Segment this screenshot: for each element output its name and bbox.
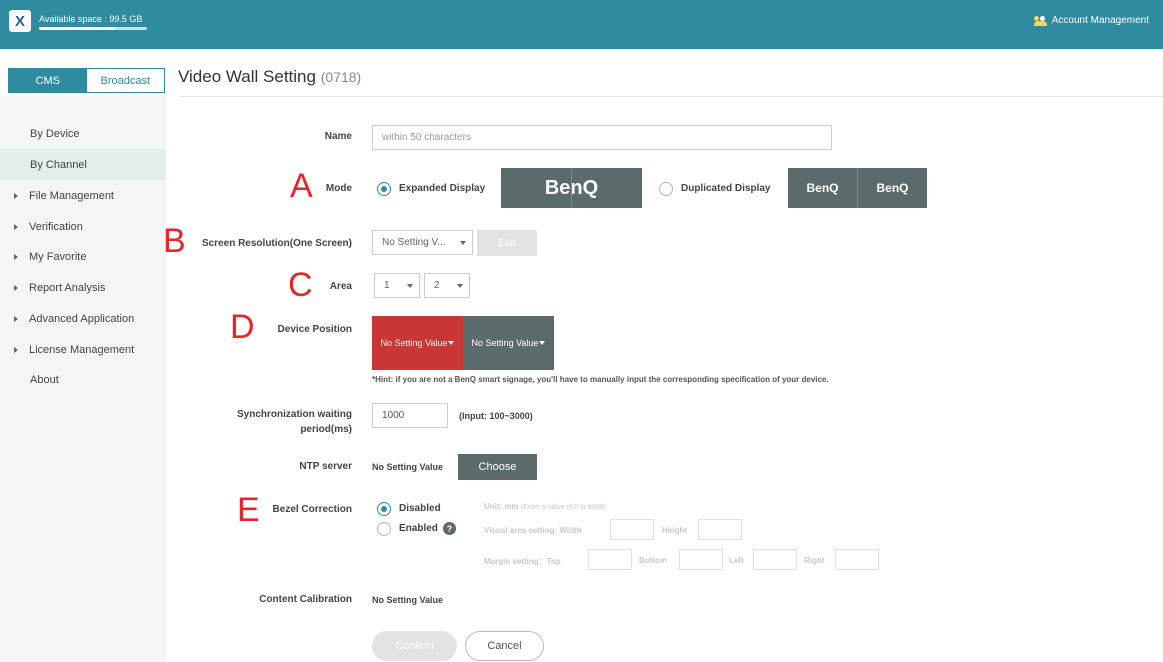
storage-bar xyxy=(39,27,147,30)
sidebar-item-verification[interactable]: Verification xyxy=(0,211,166,242)
hint-text: *Hint: if you are not a BenQ smart signa… xyxy=(372,375,829,384)
bezel-disabled-label: Disabled xyxy=(399,503,441,514)
mode-label: Mode xyxy=(325,183,352,194)
bezel-label: Bezel Correction xyxy=(272,504,352,515)
resolution-select[interactable]: No Setting V... xyxy=(372,230,473,255)
available-space-label: Available space : 99.5 GB xyxy=(39,14,143,24)
benq-logo-right: BenQ xyxy=(876,181,909,195)
help-icon[interactable]: ? xyxy=(443,522,456,535)
margin-top-input[interactable] xyxy=(588,549,632,570)
margin-left-input[interactable] xyxy=(753,549,797,570)
app-logo: X xyxy=(9,10,31,32)
device-position-label: Device Position xyxy=(277,324,352,335)
margin-right-input[interactable] xyxy=(835,549,879,570)
sidebar-item-report-analysis[interactable]: Report Analysis xyxy=(0,272,166,303)
dropdown-arrow-icon xyxy=(457,284,463,288)
visual-area-label: Visual area setting: Width xyxy=(484,526,582,535)
mode-expanded-label: Expanded Display xyxy=(399,183,486,194)
sync-range-text: (Input: 100~3000) xyxy=(459,411,533,421)
height-input[interactable] xyxy=(698,519,742,540)
dropdown-arrow-icon xyxy=(448,341,455,345)
expanded-preview-divider xyxy=(571,168,572,208)
tab-cms[interactable]: CMS xyxy=(9,69,87,92)
tab-broadcast[interactable]: Broadcast xyxy=(86,69,164,92)
area-rows-select[interactable]: 1 xyxy=(374,273,420,298)
device-position-cell-1[interactable]: No Setting Value xyxy=(372,316,463,370)
account-management-button[interactable]: Account Management xyxy=(1033,15,1149,26)
users-icon xyxy=(1033,15,1048,26)
dropdown-arrow-icon xyxy=(539,341,546,345)
caret-right-icon xyxy=(14,284,18,291)
page-code: (0718) xyxy=(320,69,362,85)
mode-expanded-radio[interactable] xyxy=(377,182,391,196)
sync-input[interactable]: 1000 xyxy=(372,403,448,428)
edit-button[interactable]: Edit xyxy=(477,230,537,256)
ntp-label: NTP server xyxy=(299,461,352,472)
mode-duplicated-label: Duplicated Display xyxy=(681,183,771,194)
resolution-label: Screen Resolution(One Screen) xyxy=(201,238,352,249)
calibration-value: No Setting Value xyxy=(372,595,444,605)
device-position-cell-2[interactable]: No Setting Value xyxy=(463,316,554,370)
area-label: Area xyxy=(329,281,352,292)
sidebar-item-advanced-application[interactable]: Advanced Application xyxy=(0,303,166,334)
sidebar-item-about[interactable]: About xyxy=(0,364,166,395)
sync-label-line2: period(ms) xyxy=(300,424,352,435)
sidebar-item-by-device[interactable]: By Device xyxy=(0,118,166,149)
ntp-value: No Setting Value xyxy=(372,462,444,472)
dropdown-arrow-icon xyxy=(460,241,466,245)
bezel-enabled-radio[interactable] xyxy=(377,522,391,536)
page-title: Video Wall Setting (0718) xyxy=(178,67,362,86)
benq-logo-left: BenQ xyxy=(806,181,839,195)
unit-label: Unit: mm (Enter a value of 0 to 9999) xyxy=(484,502,606,511)
caret-right-icon xyxy=(14,223,18,230)
dropdown-arrow-icon xyxy=(407,284,413,288)
confirm-button[interactable]: Confirm xyxy=(372,631,457,661)
choose-button[interactable]: Choose xyxy=(458,454,537,480)
name-input[interactable]: within 50 characters xyxy=(372,125,832,150)
margin-setting-label: Margin setting：Top xyxy=(484,557,561,566)
storage-bar-fill xyxy=(39,27,115,30)
bezel-disabled-radio[interactable] xyxy=(377,502,391,516)
sidebar-item-by-channel[interactable]: By Channel xyxy=(0,149,166,180)
duplicated-display-preview: BenQ BenQ xyxy=(788,168,927,208)
right-label: Right xyxy=(804,556,825,565)
top-bar: X Available space : 99.5 GB Account Mana… xyxy=(0,0,1163,49)
calibration-label: Content Calibration xyxy=(259,594,352,605)
sidebar-item-my-favorite[interactable]: My Favorite xyxy=(0,241,166,272)
height-label: Height xyxy=(662,526,687,535)
width-input[interactable] xyxy=(610,519,654,540)
mode-duplicated-radio[interactable] xyxy=(659,182,673,196)
margin-bottom-input[interactable] xyxy=(679,549,723,570)
caret-right-icon xyxy=(14,346,18,353)
sync-label-line1: Synchronization waiting xyxy=(236,409,352,420)
sidebar-item-license-management[interactable]: License Management xyxy=(0,334,166,365)
area-cols-select[interactable]: 2 xyxy=(424,273,470,298)
bottom-label: Bottom xyxy=(639,556,667,565)
left-label: Left xyxy=(729,556,744,565)
sidebar-item-file-management[interactable]: File Management xyxy=(0,180,166,211)
bezel-enabled-label: Enabled xyxy=(399,523,438,534)
caret-right-icon xyxy=(14,253,18,260)
caret-right-icon xyxy=(14,192,18,199)
cancel-button[interactable]: Cancel xyxy=(465,631,544,661)
content-divider xyxy=(180,96,1163,97)
name-label: Name xyxy=(324,131,352,142)
mode-tabs: CMS Broadcast xyxy=(8,68,165,93)
caret-right-icon xyxy=(14,315,18,322)
sidebar: By Device By Channel File Management Ver… xyxy=(0,96,166,662)
account-management-label: Account Management xyxy=(1051,15,1149,26)
